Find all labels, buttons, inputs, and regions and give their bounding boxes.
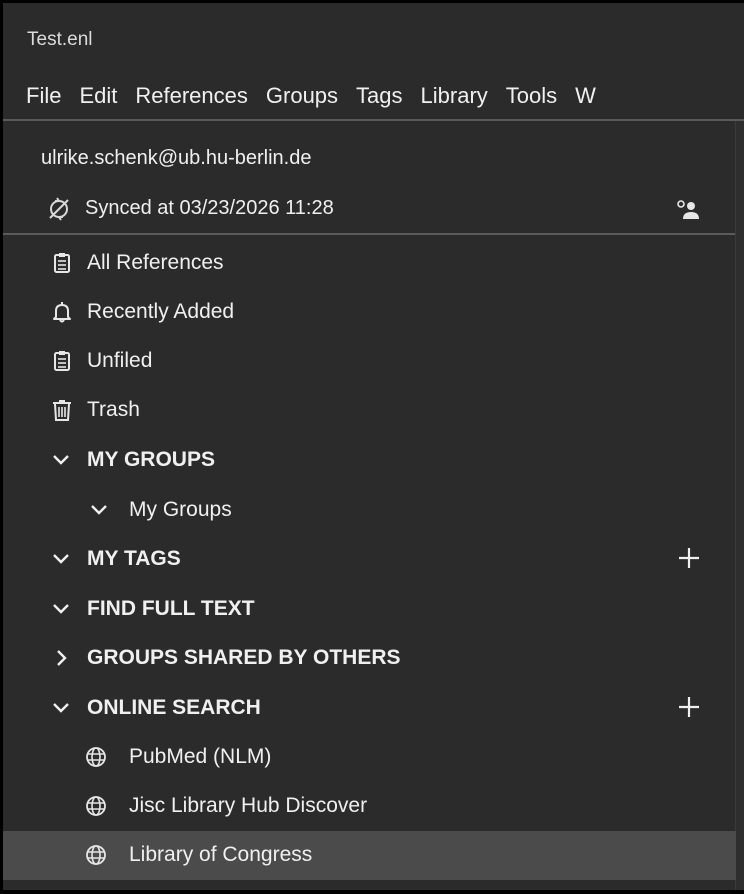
window-title: Test.enl xyxy=(27,29,93,50)
globe-icon xyxy=(85,746,107,768)
menu-references[interactable]: References xyxy=(126,83,257,109)
section-groups-shared[interactable]: GROUPS SHARED BY OTHERS xyxy=(3,634,736,683)
section-label: FIND FULL TEXT xyxy=(87,597,255,620)
section-label: MY GROUPS xyxy=(87,448,215,471)
menu-groups[interactable]: Groups xyxy=(257,83,347,109)
nav-trash[interactable]: Trash xyxy=(3,386,736,435)
sync-status: Synced at 03/23/2026 11:28 xyxy=(85,197,334,219)
nav-label: All References xyxy=(87,251,224,274)
online-search-label: Library of Congress xyxy=(129,843,313,866)
online-search-label: PubMed (NLM) xyxy=(129,745,272,768)
add-tag-icon[interactable] xyxy=(676,545,702,571)
bell-icon xyxy=(51,301,73,323)
group-set-label: My Groups xyxy=(129,498,232,521)
nav-all-references[interactable]: All References xyxy=(3,239,736,288)
menu-window[interactable]: W xyxy=(566,83,605,109)
nav-unfiled[interactable]: Unfiled xyxy=(3,337,736,386)
trash-icon xyxy=(51,399,73,421)
endnote-window: Test.enl File Edit References Groups Tag… xyxy=(3,3,744,890)
menu-tools[interactable]: Tools xyxy=(497,83,566,109)
chevron-down-icon[interactable] xyxy=(51,548,71,570)
globe-icon xyxy=(85,844,107,866)
group-set-my-groups[interactable]: My Groups xyxy=(3,486,736,535)
clipboard-icon xyxy=(51,252,73,274)
clipboard-icon xyxy=(51,350,73,372)
globe-icon xyxy=(85,795,107,817)
chevron-right-icon[interactable] xyxy=(51,647,71,669)
section-label: GROUPS SHARED BY OTHERS xyxy=(87,646,401,669)
chevron-down-icon[interactable] xyxy=(51,449,71,471)
section-label: ONLINE SEARCH xyxy=(87,696,261,719)
menu-tags[interactable]: Tags xyxy=(347,83,411,109)
chevron-down-icon[interactable] xyxy=(51,697,71,719)
chevron-down-icon[interactable] xyxy=(89,499,109,521)
menu-library[interactable]: Library xyxy=(412,83,497,109)
account-email: ulrike.schenk@ub.hu-berlin.de xyxy=(41,147,312,169)
section-my-tags[interactable]: MY TAGS xyxy=(3,535,736,584)
menu-file[interactable]: File xyxy=(17,83,70,109)
nav-label: Unfiled xyxy=(87,349,153,372)
online-search-label: Jisc Library Hub Discover xyxy=(129,794,368,817)
nav-label: Recently Added xyxy=(87,300,235,323)
section-online-search[interactable]: ONLINE SEARCH xyxy=(3,684,736,733)
sync-icon[interactable] xyxy=(46,196,72,222)
screen-frame: Test.enl File Edit References Groups Tag… xyxy=(0,0,744,894)
sync-row: Synced at 03/23/2026 11:28 xyxy=(3,193,744,225)
add-online-search-icon[interactable] xyxy=(676,694,702,720)
menu-edit[interactable]: Edit xyxy=(70,83,126,109)
online-search-library-of-congress[interactable]: Library of Congress xyxy=(3,831,736,880)
nav-recently-added[interactable]: Recently Added xyxy=(3,288,736,337)
chevron-down-icon[interactable] xyxy=(51,598,71,620)
online-search-pubmed[interactable]: PubMed (NLM) xyxy=(3,733,736,782)
menu-bar: File Edit References Groups Tags Library… xyxy=(3,71,744,121)
online-search-jisc[interactable]: Jisc Library Hub Discover xyxy=(3,782,736,831)
library-nav: All References Recently Added Unfiled Tr… xyxy=(3,235,744,890)
account-panel: ulrike.schenk@ub.hu-berlin.de Synced at … xyxy=(3,121,744,236)
section-my-groups[interactable]: MY GROUPS xyxy=(3,436,736,485)
section-find-full-text[interactable]: FIND FULL TEXT xyxy=(3,585,736,634)
title-bar: Test.enl xyxy=(3,3,744,65)
share-library-icon[interactable] xyxy=(673,197,703,221)
section-label: MY TAGS xyxy=(87,547,181,570)
nav-label: Trash xyxy=(87,398,140,421)
